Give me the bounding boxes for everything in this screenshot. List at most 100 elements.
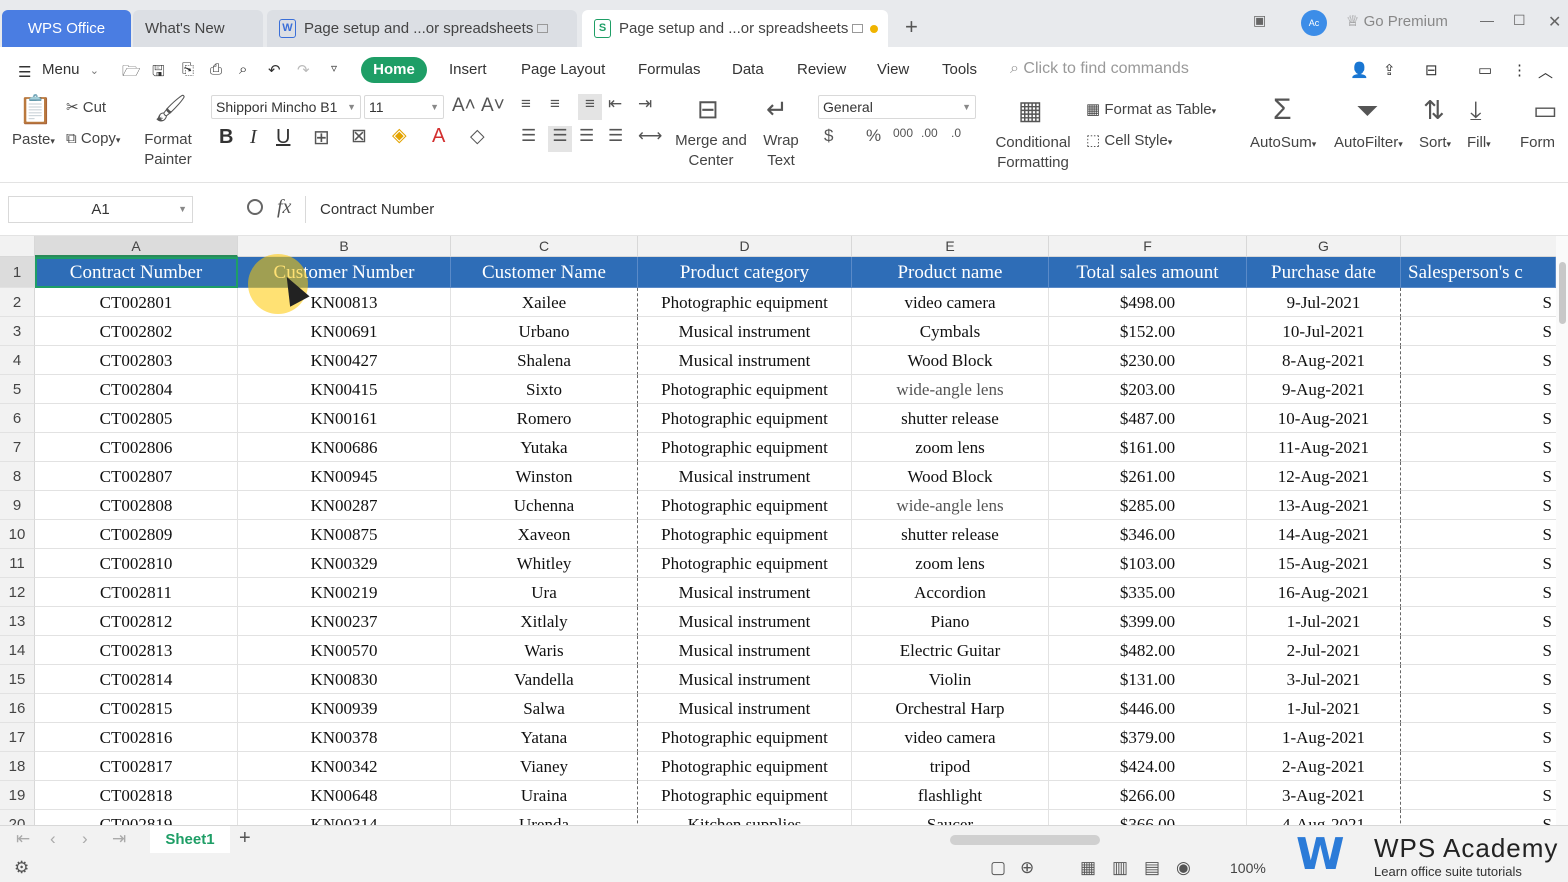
row-header[interactable]: 19 xyxy=(0,781,35,810)
conditional-formatting-icon[interactable]: ▦ xyxy=(1018,95,1043,126)
cell-salesperson[interactable]: S xyxy=(1401,462,1556,491)
cell-salesperson[interactable]: S xyxy=(1401,578,1556,607)
form-icon[interactable]: ▭ xyxy=(1533,95,1558,126)
fill-color-icon[interactable]: ◈ xyxy=(392,124,407,147)
menu-button[interactable]: Menu ⌄ xyxy=(42,61,99,78)
normal-view-icon[interactable]: ▦ xyxy=(1080,858,1096,878)
format-painter-button[interactable]: Format Painter xyxy=(140,130,196,170)
cell-product-category[interactable]: Photographic equipment xyxy=(638,723,852,752)
tab-wps-office[interactable]: WPS Office xyxy=(2,10,131,47)
cell-contract-number[interactable]: CT002819 xyxy=(35,810,238,825)
cell-contract-number[interactable]: CT002815 xyxy=(35,694,238,723)
cell-salesperson[interactable]: S xyxy=(1401,549,1556,578)
cell-purchase-date[interactable]: 16-Aug-2021 xyxy=(1247,578,1401,607)
header-cell-salesperson[interactable]: Salesperson's c xyxy=(1401,257,1556,288)
cell-customer-name[interactable]: Uraina xyxy=(451,781,638,810)
cell-product-category[interactable]: Photographic equipment xyxy=(638,288,852,317)
cell-product-name[interactable]: video camera xyxy=(852,723,1049,752)
cell-purchase-date[interactable]: 12-Aug-2021 xyxy=(1247,462,1401,491)
align-center-icon[interactable]: ☰ xyxy=(548,126,572,152)
cell-total-sales-amount[interactable]: $230.00 xyxy=(1049,346,1247,375)
command-search[interactable]: ⌕ Click to find commands xyxy=(1010,60,1189,78)
cell-salesperson[interactable]: S xyxy=(1401,288,1556,317)
cell-purchase-date[interactable]: 4-Aug-2021 xyxy=(1247,810,1401,825)
cell-salesperson[interactable]: S xyxy=(1401,491,1556,520)
cell-customer-name[interactable]: Salwa xyxy=(451,694,638,723)
cell-product-name[interactable]: shutter release xyxy=(852,404,1049,433)
cell-customer-name[interactable]: Xitlaly xyxy=(451,607,638,636)
cell-salesperson[interactable]: S xyxy=(1401,520,1556,549)
borders-icon[interactable]: ⊞ xyxy=(313,125,330,150)
sheet-tab-sheet1[interactable]: Sheet1 xyxy=(150,826,230,854)
cell-contract-number[interactable]: CT002806 xyxy=(35,433,238,462)
tab-document-2[interactable]: S Page setup and ...or spreadsheets xyxy=(582,10,888,47)
wrap-text-icon[interactable]: ↵ xyxy=(766,94,788,125)
cell-purchase-date[interactable]: 11-Aug-2021 xyxy=(1247,433,1401,462)
cell-total-sales-amount[interactable]: $379.00 xyxy=(1049,723,1247,752)
cell-product-name[interactable]: Electric Guitar xyxy=(852,636,1049,665)
zoom-level[interactable]: 100% xyxy=(1230,860,1266,876)
page-break-view-icon[interactable]: ▥ xyxy=(1112,858,1128,878)
next-sheet-icon[interactable]: › xyxy=(82,829,88,849)
cell-product-name[interactable]: Saucer xyxy=(852,810,1049,825)
page-layout-view-icon[interactable]: ▤ xyxy=(1144,858,1160,878)
cell-product-category[interactable]: Photographic equipment xyxy=(638,520,852,549)
last-sheet-icon[interactable]: ⇥ xyxy=(112,829,126,849)
cell-customer-name[interactable]: Waris xyxy=(451,636,638,665)
cell-salesperson[interactable]: S xyxy=(1401,752,1556,781)
cell-customer-name[interactable]: Romero xyxy=(451,404,638,433)
cell-product-name[interactable]: Piano xyxy=(852,607,1049,636)
cell-salesperson[interactable]: S xyxy=(1401,404,1556,433)
cell-customer-name[interactable]: Vandella xyxy=(451,665,638,694)
merge-center-button[interactable]: Merge and Center xyxy=(672,131,750,171)
cell-customer-name[interactable]: Vianey xyxy=(451,752,638,781)
cell-purchase-date[interactable]: 3-Jul-2021 xyxy=(1247,665,1401,694)
cell-customer-number[interactable]: KN00329 xyxy=(238,549,451,578)
minimize-icon[interactable]: — xyxy=(1480,12,1494,28)
new-tab-plus-icon[interactable]: + xyxy=(905,14,918,40)
format-painter-icon[interactable]: 🖌 xyxy=(154,93,187,124)
autosum-button[interactable]: AutoSum▾ xyxy=(1250,133,1316,154)
row-header[interactable]: 14 xyxy=(0,636,35,665)
cell-customer-number[interactable]: KN00342 xyxy=(238,752,451,781)
cell-contract-number[interactable]: CT002802 xyxy=(35,317,238,346)
cell-customer-number[interactable]: KN00830 xyxy=(238,665,451,694)
align-left-icon[interactable]: ☰ xyxy=(521,126,536,146)
font-name-select[interactable]: Shippori Mincho B1 ▼ xyxy=(211,95,361,119)
cell-total-sales-amount[interactable]: $399.00 xyxy=(1049,607,1247,636)
filter-icon[interactable]: ⏷ xyxy=(1356,95,1378,128)
cell-customer-name[interactable]: Urbano xyxy=(451,317,638,346)
row-header[interactable]: 9 xyxy=(0,491,35,520)
cell-purchase-date[interactable]: 13-Aug-2021 xyxy=(1247,491,1401,520)
prev-sheet-icon[interactable]: ‹ xyxy=(50,829,56,849)
cell-contract-number[interactable]: CT002801 xyxy=(35,288,238,317)
increase-font-icon[interactable]: A˄ xyxy=(452,95,476,117)
percent-icon[interactable]: % xyxy=(866,126,881,146)
tab-review[interactable]: Review xyxy=(797,61,846,78)
fill-icon[interactable]: ⤓ xyxy=(1470,95,1482,127)
row-header[interactable]: 18 xyxy=(0,752,35,781)
comment-icon[interactable]: ▭ xyxy=(1478,61,1492,79)
workspace-icon[interactable]: ▣ xyxy=(1253,12,1266,29)
row-header[interactable]: 17 xyxy=(0,723,35,752)
cell-customer-name[interactable]: Yatana xyxy=(451,723,638,752)
cell-contract-number[interactable]: CT002804 xyxy=(35,375,238,404)
cell-product-category[interactable]: Musical instrument xyxy=(638,694,852,723)
conditional-formatting-button[interactable]: Conditional Formatting xyxy=(990,133,1076,173)
cell-purchase-date[interactable]: 8-Aug-2021 xyxy=(1247,346,1401,375)
cell-customer-number[interactable]: KN00875 xyxy=(238,520,451,549)
name-box[interactable]: A1 ▼ xyxy=(8,196,193,223)
cell-total-sales-amount[interactable]: $152.00 xyxy=(1049,317,1247,346)
cell-salesperson[interactable]: S xyxy=(1401,433,1556,462)
tab-tools[interactable]: Tools xyxy=(942,61,977,78)
cell-customer-number[interactable]: KN00427 xyxy=(238,346,451,375)
select-all-corner[interactable] xyxy=(0,236,35,257)
paste-button[interactable]: Paste▾ xyxy=(12,130,55,151)
header-cell-product-category[interactable]: Product category xyxy=(638,257,852,288)
cell-product-category[interactable]: Musical instrument xyxy=(638,346,852,375)
row-header[interactable]: 13 xyxy=(0,607,35,636)
cell-contract-number[interactable]: CT002818 xyxy=(35,781,238,810)
cell-product-name[interactable]: tripod xyxy=(852,752,1049,781)
cell-product-name[interactable]: zoom lens xyxy=(852,549,1049,578)
cell-salesperson[interactable]: S xyxy=(1401,781,1556,810)
